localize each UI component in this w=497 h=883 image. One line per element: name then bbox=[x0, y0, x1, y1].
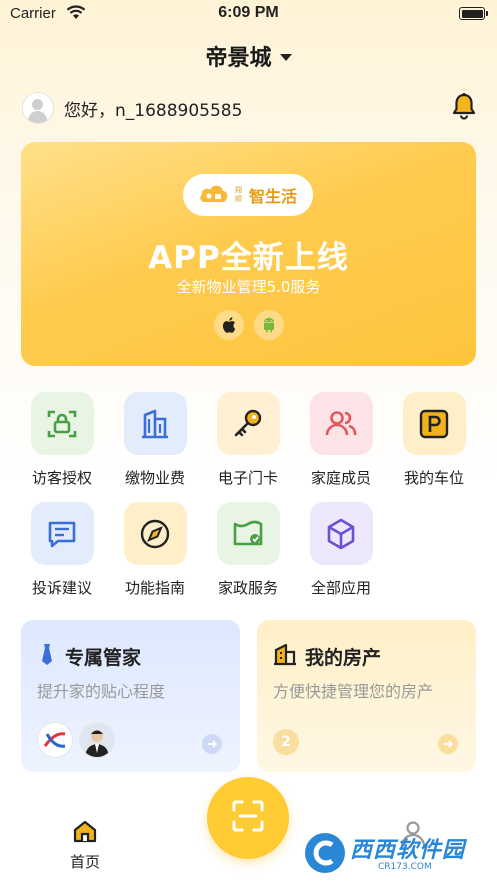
service-door-card[interactable]: 电子门卡 bbox=[208, 392, 288, 488]
greeting-text: 您好，n_1688905585 bbox=[64, 100, 243, 121]
service-label: 全部应用 bbox=[310, 579, 371, 597]
caret-down-icon bbox=[279, 53, 292, 61]
compass-icon bbox=[123, 502, 187, 565]
steward-card-title: 专属管家 bbox=[65, 646, 142, 669]
watermark: 西西软件园 CR173.COM bbox=[298, 826, 497, 883]
tab-home[interactable]: 首页 bbox=[50, 819, 120, 872]
android-icon[interactable] bbox=[253, 310, 284, 340]
property-card-header: 我的房产 bbox=[273, 642, 381, 670]
watermark-logo-icon bbox=[302, 830, 348, 880]
company-logo-avatar bbox=[37, 722, 73, 758]
service-property-fee[interactable]: 缴物业费 bbox=[115, 392, 195, 488]
service-guide[interactable]: 功能指南 bbox=[115, 502, 195, 598]
service-parking[interactable]: 我的车位 bbox=[394, 392, 474, 488]
clock: 6:09 PM bbox=[218, 4, 279, 21]
app-logo: 翔顺 智生活 bbox=[183, 174, 313, 216]
parking-icon bbox=[402, 392, 466, 455]
logo-brand-small: 翔顺 bbox=[235, 186, 242, 203]
platform-badges bbox=[21, 310, 476, 340]
steward-card-header: 专属管家 bbox=[37, 642, 141, 670]
building-icon bbox=[273, 642, 297, 670]
status-bar: Carrier 6:09 PM bbox=[0, 0, 497, 30]
steward-avatars bbox=[37, 722, 115, 758]
family-members-icon bbox=[309, 392, 373, 455]
service-visitor-auth[interactable]: 访客授权 bbox=[22, 392, 102, 488]
service-complaint[interactable]: 投诉建议 bbox=[22, 502, 102, 598]
steward-card-desc: 提升家的贴心程度 bbox=[37, 682, 166, 701]
watermark-text: 西西软件园 bbox=[350, 838, 466, 863]
cloud-icon bbox=[197, 181, 231, 209]
service-label: 家庭成员 bbox=[310, 469, 371, 487]
property-card[interactable]: 我的房产 方便快捷管理您的房产 2 bbox=[257, 620, 476, 772]
all-apps-icon bbox=[309, 502, 373, 565]
complaint-icon bbox=[30, 502, 94, 565]
scan-button[interactable] bbox=[207, 777, 289, 859]
property-fee-icon bbox=[123, 392, 187, 455]
scan-icon bbox=[230, 798, 266, 838]
bell-icon[interactable] bbox=[451, 92, 477, 124]
service-housekeeping[interactable]: 家政服务 bbox=[208, 502, 288, 598]
key-icon bbox=[216, 392, 280, 455]
steward-avatar bbox=[79, 722, 115, 758]
service-label: 投诉建议 bbox=[31, 579, 92, 597]
service-label: 功能指南 bbox=[124, 579, 185, 597]
service-label: 电子门卡 bbox=[217, 469, 278, 487]
user-greeting-row: 您好，n_1688905585 bbox=[22, 92, 477, 124]
arrow-right-icon[interactable] bbox=[438, 734, 458, 754]
visitor-auth-icon bbox=[30, 392, 94, 455]
watermark-sub: CR173.COM bbox=[378, 862, 432, 872]
property-card-title: 我的房产 bbox=[305, 646, 382, 669]
promo-banner[interactable]: 翔顺 智生活 APP全新上线 全新物业管理5.0服务 bbox=[21, 142, 476, 366]
tie-icon bbox=[37, 642, 57, 670]
battery-icon bbox=[459, 7, 488, 20]
home-icon bbox=[72, 820, 98, 847]
logo-text: 智生活 bbox=[249, 187, 298, 206]
service-all-apps[interactable]: 全部应用 bbox=[301, 502, 381, 598]
arrow-right-icon[interactable] bbox=[202, 734, 222, 754]
community-name: 帝景城 bbox=[205, 46, 272, 71]
apple-icon[interactable] bbox=[213, 310, 244, 340]
banner-subtitle: 全新物业管理5.0服务 bbox=[176, 278, 321, 296]
housekeeping-icon bbox=[216, 502, 280, 565]
tab-home-label: 首页 bbox=[69, 853, 100, 871]
property-card-desc: 方便快捷管理您的房产 bbox=[273, 682, 434, 701]
user-avatar[interactable] bbox=[22, 92, 54, 124]
property-count-badge: 2 bbox=[273, 729, 299, 755]
service-label: 我的车位 bbox=[403, 469, 464, 487]
service-label: 访客授权 bbox=[31, 469, 92, 487]
service-family[interactable]: 家庭成员 bbox=[301, 392, 381, 488]
community-selector[interactable]: 帝景城 bbox=[0, 40, 497, 72]
banner-title: APP全新上线 bbox=[148, 240, 349, 276]
service-label: 家政服务 bbox=[217, 579, 278, 597]
steward-card[interactable]: 专属管家 提升家的贴心程度 bbox=[21, 620, 240, 772]
service-label: 缴物业费 bbox=[124, 469, 185, 487]
